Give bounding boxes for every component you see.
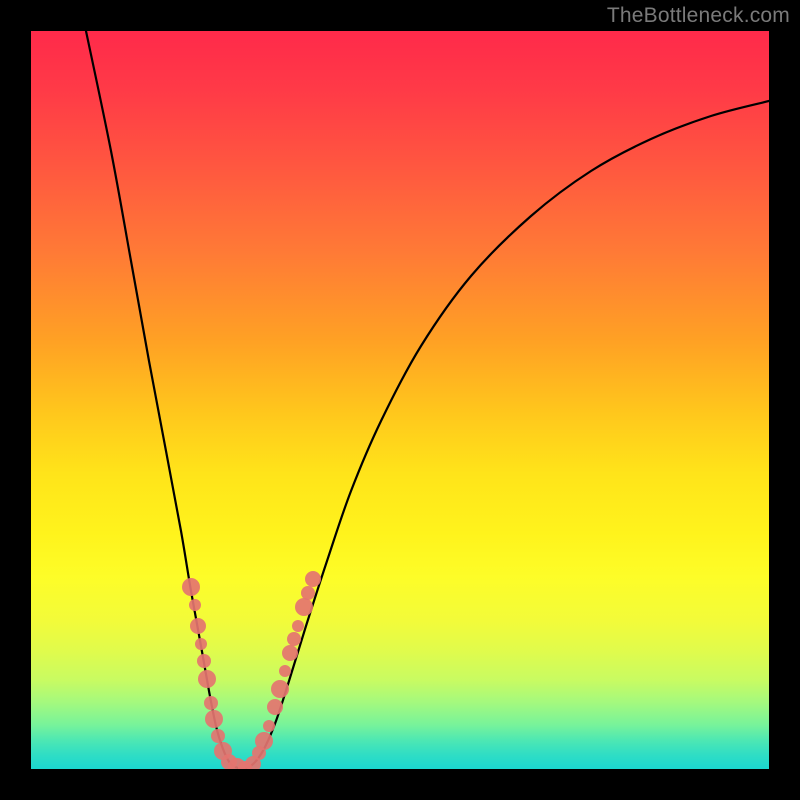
marker-dot: [267, 699, 283, 715]
left-marker-group: [182, 578, 252, 769]
marker-dot: [204, 696, 218, 710]
marker-dot: [190, 618, 206, 634]
marker-dot: [255, 732, 273, 750]
marker-dot: [205, 710, 223, 728]
bottleneck-curve: [86, 31, 769, 769]
marker-dot: [198, 670, 216, 688]
marker-dot: [211, 729, 225, 743]
marker-dot: [182, 578, 200, 596]
chart-svg: [31, 31, 769, 769]
marker-dot: [263, 720, 275, 732]
marker-dot: [292, 620, 304, 632]
marker-dot: [295, 598, 313, 616]
marker-dot: [195, 638, 207, 650]
marker-dot: [197, 654, 211, 668]
marker-dot: [279, 665, 291, 677]
plot-area: [31, 31, 769, 769]
marker-dot: [287, 632, 301, 646]
marker-dot: [271, 680, 289, 698]
watermark-text: TheBottleneck.com: [607, 4, 790, 28]
marker-dot: [282, 645, 298, 661]
right-marker-group: [245, 571, 321, 769]
marker-dot: [301, 586, 315, 600]
marker-dot: [305, 571, 321, 587]
marker-dot: [189, 599, 201, 611]
